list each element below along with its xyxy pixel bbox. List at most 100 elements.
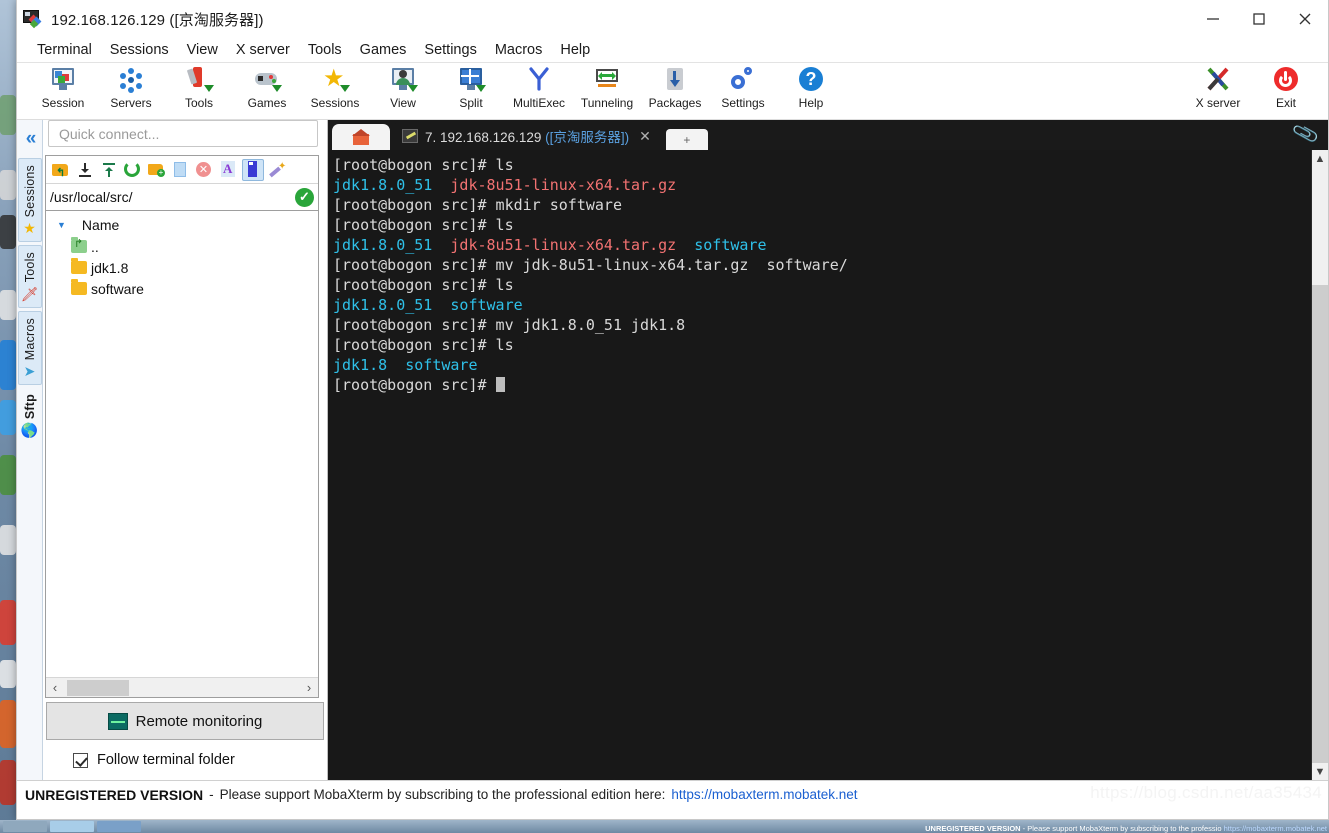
sidebar-tab-sessions[interactable]: Sessions ★ — [17, 158, 42, 243]
toolbar-help-button[interactable]: ? Help — [777, 63, 845, 117]
split-icon — [457, 66, 486, 94]
toolbar-session-button[interactable]: Session — [29, 63, 97, 117]
toolbar-x-server-button[interactable]: X server — [1184, 63, 1252, 117]
toolbar-games-button[interactable]: Games — [233, 63, 301, 117]
maximize-button[interactable] — [1236, 0, 1282, 38]
sftp-inner: ↰ + ✕ A ✦ /usr/local/src/ ✓ ▼ Name ↱ .. … — [45, 155, 319, 698]
vscroll-track[interactable] — [1312, 285, 1328, 763]
list-item[interactable]: .. — [46, 236, 318, 257]
paperclip-icon[interactable]: 📎 — [1291, 119, 1321, 150]
terminal-line: [root@bogon src]# ls — [333, 275, 1311, 295]
taskbar-item[interactable] — [50, 821, 94, 832]
terminal-line: [root@bogon src]# mkdir software — [333, 195, 1311, 215]
upload-icon[interactable] — [98, 159, 120, 181]
main-toolbar: Session Servers Tools Games ★ Sessions V… — [17, 63, 1328, 120]
menu-macros[interactable]: Macros — [486, 40, 552, 60]
toolbar-settings-button[interactable]: Settings — [709, 63, 777, 117]
status-bar: UNREGISTERED VERSION - Please support Mo… — [17, 780, 1328, 808]
monitor-graph-icon — [107, 712, 128, 730]
tab-close-icon[interactable]: ✕ — [636, 128, 654, 145]
follow-terminal-checkbox[interactable] — [73, 752, 88, 768]
status-message: Please support MobaXterm by subscribing … — [219, 787, 666, 802]
terminal-wrap: [root@bogon src]# ls jdk1.8.0_51 jdk-8u51… — [328, 150, 1328, 780]
terminal-line: [root@bogon src]# mv jdk-8u51-linux-x64.… — [333, 255, 1311, 275]
mobaxterm-link[interactable]: https://mobaxterm.mobatek.net — [671, 787, 857, 802]
taskbar-item[interactable] — [97, 821, 141, 832]
sidebar-tab-macros[interactable]: Macros ➤ — [17, 310, 42, 385]
games-icon — [253, 66, 282, 94]
list-item[interactable]: software — [46, 278, 318, 299]
toolbar-tunneling-button[interactable]: Tunneling — [573, 63, 641, 117]
tab-active-session[interactable]: 7. 192.168.126.129 ([京淘服务器]) ✕ — [392, 122, 662, 150]
toolbar-sessions-button[interactable]: ★ Sessions — [301, 63, 369, 117]
sftp-horizontal-scrollbar[interactable]: ‹ › — [46, 677, 318, 697]
download-icon[interactable] — [74, 159, 96, 181]
menu-games[interactable]: Games — [351, 40, 416, 60]
go-up-folder-icon[interactable]: ↰ — [50, 159, 72, 181]
terminal-text: [root@bogon src]# ls — [333, 216, 514, 234]
refresh-icon[interactable] — [122, 159, 144, 181]
ssh-key-icon — [402, 129, 418, 143]
remote-monitoring-button[interactable]: Remote monitoring — [46, 702, 324, 740]
new-file-icon[interactable] — [170, 159, 192, 181]
scroll-down-arrow-icon[interactable]: ▼ — [1312, 763, 1328, 780]
toolbar-packages-label: Packages — [648, 96, 702, 110]
title-bar: 192.168.126.129 ([京淘服务器]) — [17, 0, 1328, 38]
menu-sessions[interactable]: Sessions — [101, 40, 178, 60]
collapse-sidebar-button[interactable]: « — [26, 129, 36, 148]
text-mode-icon[interactable]: A — [218, 159, 240, 181]
terminal-vertical-scrollbar[interactable]: ▲ ▼ — [1311, 150, 1328, 780]
permissions-icon[interactable]: ✦ — [266, 159, 288, 181]
sidebar-tab-tools[interactable]: Tools 🗡 — [17, 245, 42, 308]
toolbar-packages-button[interactable]: Packages — [641, 63, 709, 117]
minimize-button[interactable] — [1190, 0, 1236, 38]
unregistered-label: UNREGISTERED VERSION — [25, 786, 204, 803]
scroll-left-arrow-icon[interactable]: ‹ — [46, 680, 64, 695]
terminal-text: [root@bogon src]# — [333, 376, 496, 394]
terminal-text: software — [405, 356, 478, 374]
menu-settings[interactable]: Settings — [415, 40, 485, 60]
scroll-right-arrow-icon[interactable]: › — [300, 680, 318, 695]
terminal-text: jdk1.8.0_51 — [333, 236, 433, 254]
menu-terminal[interactable]: Terminal — [28, 40, 101, 60]
menu-view[interactable]: View — [178, 40, 227, 60]
toolbar-servers-button[interactable]: Servers — [97, 63, 165, 117]
menu-x-server[interactable]: X server — [227, 40, 299, 60]
toolbar-multiexec-button[interactable]: MultiExec — [505, 63, 573, 117]
follow-terminal-folder-row[interactable]: Follow terminal folder — [43, 740, 327, 780]
sftp-column-header[interactable]: ▼ Name — [46, 214, 318, 236]
new-tab-button[interactable]: + — [665, 129, 708, 150]
main-body: « Sessions ★ Tools 🗡 Macros ➤ Sftp 🌎 ↰ +… — [17, 120, 1328, 780]
toolbar-help-label: Help — [798, 96, 824, 110]
toolbar-tools-button[interactable]: Tools — [165, 63, 233, 117]
binary-mode-icon[interactable] — [242, 158, 264, 181]
terminal-text: [root@bogon src]# mv jdk-8u51-linux-x64.… — [333, 256, 848, 274]
help-question-icon: ? — [797, 66, 825, 94]
sftp-path-row[interactable]: /usr/local/src/ ✓ — [46, 184, 318, 211]
terminal-text: jdk-8u51-linux-x64.tar.gz — [450, 236, 677, 254]
sidebar-tab-sftp[interactable]: Sftp 🌎 — [18, 388, 42, 443]
toolbar-view-button[interactable]: View — [369, 63, 437, 117]
hscroll-thumb[interactable] — [67, 679, 129, 696]
home-tab[interactable] — [332, 124, 390, 150]
taskbar-item[interactable] — [3, 821, 47, 832]
terminal-text: [root@bogon src]# ls — [333, 336, 514, 354]
toolbar-split-button[interactable]: Split — [437, 63, 505, 117]
quick-connect-input[interactable]: Quick connect... — [48, 120, 318, 147]
hscroll-track[interactable] — [64, 678, 300, 697]
terminal-output[interactable]: [root@bogon src]# ls jdk1.8.0_51 jdk-8u51… — [328, 150, 1311, 780]
vscroll-thumb[interactable] — [1312, 167, 1328, 285]
new-folder-icon[interactable]: + — [146, 159, 168, 181]
list-item[interactable]: jdk1.8 — [46, 257, 318, 278]
toolbar-session-label: Session — [41, 96, 85, 110]
menu-tools[interactable]: Tools — [299, 40, 351, 60]
terminal-line: [root@bogon src]# — [333, 375, 1311, 395]
sftp-browser-panel: ↰ + ✕ A ✦ /usr/local/src/ ✓ ▼ Name ↱ .. … — [43, 120, 328, 780]
terminal-text: software — [450, 296, 523, 314]
scroll-up-arrow-icon[interactable]: ▲ — [1312, 150, 1328, 167]
terminal-text: jdk1.8.0_51 — [333, 176, 433, 194]
close-button[interactable] — [1282, 0, 1328, 38]
toolbar-exit-button[interactable]: Exit — [1252, 63, 1320, 117]
delete-icon[interactable]: ✕ — [194, 159, 216, 181]
menu-help[interactable]: Help — [551, 40, 599, 60]
